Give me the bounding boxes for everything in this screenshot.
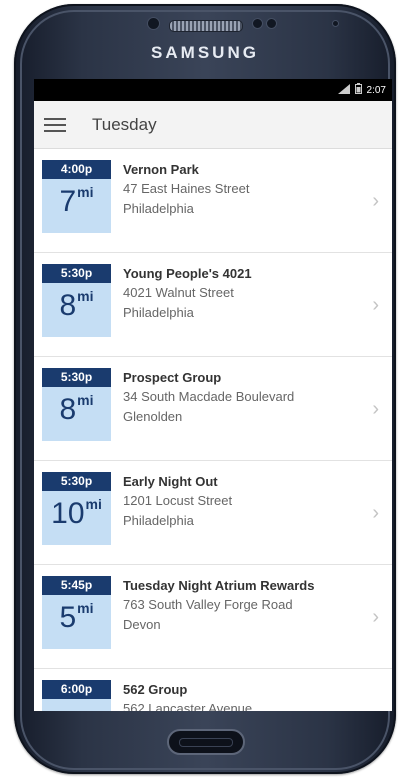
meeting-name: Tuesday Night Atrium Rewards [123,578,315,593]
meeting-badge: 5:30p 8mi [42,264,111,337]
front-camera [147,17,160,30]
chevron-right-icon: › [372,606,379,628]
device-brand: SAMSUNG [151,43,259,62]
meeting-name: 562 Group [123,682,188,697]
meeting-distance: 8mi [59,392,94,426]
meeting-address: 562 Lancaster Avenue [123,701,253,711]
meeting-time: 5:30p [42,264,111,283]
meeting-time: 5:30p [42,368,111,387]
hamburger-menu-icon[interactable] [44,117,66,132]
battery-icon [354,83,362,97]
meeting-badge: 4:00p 7mi [42,160,111,233]
meeting-list: 4:00p 7mi Vernon Park 47 East Haines Str… [34,149,392,711]
home-button[interactable] [167,729,245,755]
meeting-time: 5:30p [42,472,111,491]
meeting-address: 34 South Macdade Boulevard [123,389,295,404]
meeting-list-item[interactable]: 6:00p 562 Group 562 Lancaster Avenue › [34,669,392,711]
notification-led [332,20,339,27]
meeting-address: 763 South Valley Forge Road [123,597,293,612]
meeting-badge: 5:45p 5mi [42,576,111,649]
meeting-address: 4021 Walnut Street [123,285,234,300]
earpiece-speaker [169,20,243,32]
meeting-city: Philadelphia [123,513,194,528]
meeting-name: Vernon Park [123,162,199,177]
meeting-badge: 5:30p 10mi [42,472,111,545]
meeting-time: 6:00p [42,680,111,699]
meeting-distance [42,702,111,711]
meeting-name: Young People's 4021 [123,266,252,281]
chevron-right-icon: › [372,294,379,316]
meeting-list-item[interactable]: 5:45p 5mi Tuesday Night Atrium Rewards 7… [34,565,392,669]
proximity-sensor [252,18,263,29]
meeting-city: Devon [123,617,161,632]
status-time: 2:07 [366,84,386,96]
chevron-right-icon: › [372,398,379,420]
meeting-city: Philadelphia [123,201,194,216]
meeting-distance: 7mi [59,184,94,218]
signal-icon [337,83,350,97]
meeting-address: 47 East Haines Street [123,181,250,196]
meeting-city: Glenolden [123,409,183,424]
meeting-badge: 5:30p 8mi [42,368,111,441]
meeting-time: 5:45p [42,576,111,595]
status-bar: 2:07 [34,79,392,101]
meeting-badge: 6:00p [42,680,111,711]
app-toolbar: Tuesday [34,101,392,149]
meeting-distance: 5mi [59,600,94,634]
meeting-time: 4:00p [42,160,111,179]
meeting-list-item[interactable]: 5:30p 10mi Early Night Out 1201 Locust S… [34,461,392,565]
app-screen: 2:07 Tuesday 4:00p 7mi Vernon Park 47 Ea… [34,79,392,711]
chevron-right-icon: › [372,502,379,524]
page-title: Tuesday [92,114,157,134]
light-sensor [266,18,277,29]
meeting-list-item[interactable]: 5:30p 8mi Young People's 4021 4021 Walnu… [34,253,392,357]
chevron-right-icon: › [372,190,379,212]
meeting-distance: 8mi [59,288,94,322]
meeting-list-item[interactable]: 5:30p 8mi Prospect Group 34 South Macdad… [34,357,392,461]
meeting-address: 1201 Locust Street [123,493,233,508]
meeting-name: Early Night Out [123,474,218,489]
meeting-distance: 10mi [51,496,102,530]
meeting-city: Philadelphia [123,305,194,320]
meeting-list-item[interactable]: 4:00p 7mi Vernon Park 47 East Haines Str… [34,149,392,253]
meeting-name: Prospect Group [123,370,222,385]
